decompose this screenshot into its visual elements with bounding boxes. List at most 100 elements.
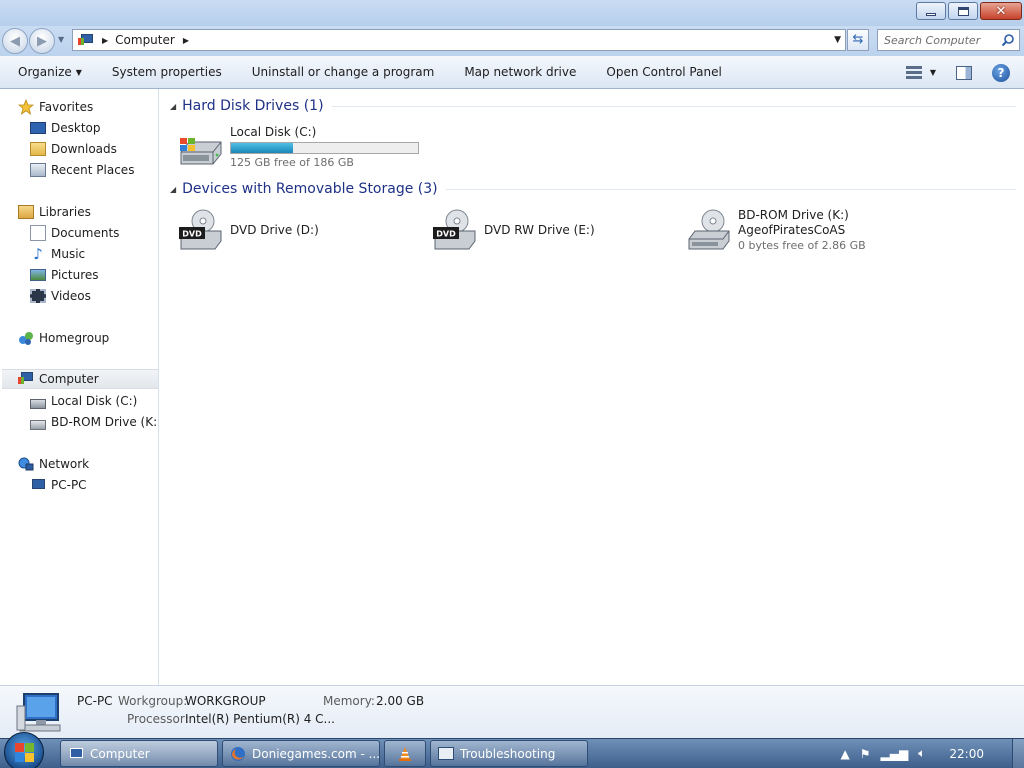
system-properties-button[interactable]: System properties (97, 56, 237, 89)
workgroup-value: WORKGROUP (185, 694, 266, 708)
refresh-button[interactable]: ⇆ (847, 29, 869, 51)
dvd-rw-drive-icon: DVD (433, 209, 476, 250)
nav-recent-places[interactable]: Recent Places (30, 160, 158, 180)
hard-drive-icon (30, 398, 46, 409)
memory-value: 2.00 GB (376, 694, 425, 708)
taskbar-item-vlc[interactable] (384, 740, 426, 767)
bd-rom-drive-icon (688, 209, 730, 250)
disk-usage-fill (231, 143, 293, 153)
nav-bd-rom-drive-k[interactable]: BD-ROM Drive (K:) AgeofPiratesCoAS (30, 412, 158, 432)
content-area: ◢ Hard Disk Drives (1) Local Disk (C:) 1… (160, 89, 1024, 685)
minimize-button[interactable] (916, 2, 946, 20)
optical-drive-icon (30, 419, 46, 430)
search-box (877, 29, 1020, 51)
network-icon (18, 457, 34, 471)
nav-desktop[interactable]: Desktop (30, 118, 158, 138)
navigation-pane: Favorites Desktop Downloads Recent Place… (0, 89, 159, 685)
back-button[interactable]: ◀ (2, 28, 28, 54)
drive-local-disk-c[interactable]: Local Disk (C:) 125 GB free of 186 GB (177, 124, 427, 174)
svg-text:DVD: DVD (182, 230, 202, 239)
desktop-icon (30, 122, 46, 134)
network-signal-icon[interactable]: ▂▄▆ (881, 747, 909, 761)
computer-icon (18, 371, 34, 387)
firefox-icon (231, 746, 245, 761)
nav-pictures[interactable]: Pictures (30, 265, 158, 285)
drive-bd-rom-k[interactable]: BD-ROM Drive (K:) AgeofPiratesCoAS 0 byt… (685, 207, 935, 257)
show-desktop-button[interactable] (1012, 739, 1024, 768)
nav-pc-pc[interactable]: PC-PC (30, 475, 158, 495)
map-network-drive-button[interactable]: Map network drive (449, 56, 591, 89)
libraries-icon (18, 205, 34, 219)
documents-icon (30, 225, 46, 241)
address-bar[interactable]: ▶ Computer ▶ ▼ (72, 29, 846, 51)
videos-icon (30, 289, 46, 303)
breadcrumb-arrow-icon[interactable]: ▶ (102, 36, 108, 45)
drive-dvd-d[interactable]: DVD DVD Drive (D:) (177, 207, 417, 257)
recent-pages-dropdown[interactable]: ▼ (58, 35, 64, 44)
computer-icon (30, 477, 46, 493)
forward-button[interactable]: ▶ (29, 28, 55, 54)
chevron-down-icon: ▼ (75, 67, 82, 77)
taskbar-item-firefox[interactable]: Doniegames.com - ... (222, 740, 380, 767)
group-divider (445, 188, 1016, 190)
view-options-dropdown[interactable]: ▼ (930, 68, 936, 77)
workgroup-label: Workgroup: (118, 694, 188, 708)
svg-text:DVD: DVD (436, 230, 456, 239)
taskbar: Computer Doniegames.com - ... Troublesho… (0, 732, 1024, 768)
windows-hard-drive-icon (180, 138, 222, 165)
computer-icon (68, 746, 84, 762)
clock[interactable]: 22:00 (949, 747, 984, 761)
start-button[interactable] (4, 732, 44, 768)
memory-label: Memory: (323, 694, 375, 708)
window-controls: ✕ (914, 2, 1022, 20)
command-bar: Organize ▼ System properties Uninstall or… (0, 56, 1024, 89)
star-icon (18, 99, 34, 115)
uninstall-program-button[interactable]: Uninstall or change a program (237, 56, 450, 89)
nav-network[interactable]: Network (18, 454, 158, 474)
nav-music[interactable]: ♪ Music (30, 244, 158, 264)
troubleshooting-window-icon (438, 747, 454, 760)
nav-favorites[interactable]: Favorites (18, 97, 158, 117)
dvd-drive-icon: DVD (179, 209, 222, 250)
homegroup-icon (19, 332, 33, 345)
arrow-right-icon: ▶ (37, 33, 47, 49)
title-bar: ✕ (0, 0, 1024, 26)
breadcrumb-computer[interactable]: Computer (115, 33, 175, 47)
group-header-hard-disk-drives[interactable]: ◢ Hard Disk Drives (1) (170, 98, 1016, 114)
volume-icon[interactable]: 🔈︎ (918, 746, 925, 761)
computer-name: PC-PC (77, 694, 113, 708)
recent-places-icon (30, 163, 46, 177)
nav-computer[interactable]: Computer (2, 369, 158, 389)
breadcrumb-arrow-icon[interactable]: ▶ (183, 36, 189, 45)
help-icon[interactable]: ? (992, 63, 1010, 82)
collapse-triangle-icon[interactable]: ◢ (170, 102, 176, 111)
search-input[interactable] (884, 33, 1004, 47)
show-hidden-icons-icon[interactable]: ▲ (841, 747, 850, 761)
open-control-panel-button[interactable]: Open Control Panel (591, 56, 736, 89)
close-button[interactable]: ✕ (980, 2, 1022, 20)
collapse-triangle-icon[interactable]: ◢ (170, 185, 176, 194)
action-center-flag-icon[interactable]: ⚑ (860, 747, 871, 761)
taskbar-item-troubleshooting[interactable]: Troubleshooting (430, 740, 588, 767)
pictures-icon (30, 269, 46, 281)
computer-icon (78, 33, 94, 47)
drive-dvd-rw-e[interactable]: DVD DVD RW Drive (E:) (431, 207, 671, 257)
taskbar-item-computer[interactable]: Computer (60, 740, 218, 767)
vlc-cone-icon (399, 746, 411, 761)
preview-pane-icon[interactable] (956, 65, 972, 80)
change-view-icon[interactable] (905, 65, 922, 80)
nav-libraries[interactable]: Libraries (18, 202, 158, 222)
maximize-button[interactable] (948, 2, 978, 20)
nav-downloads[interactable]: Downloads (30, 139, 158, 159)
organize-menu[interactable]: Organize ▼ (0, 56, 97, 89)
music-icon: ♪ (33, 245, 43, 263)
nav-local-disk-c[interactable]: Local Disk (C:) (30, 391, 158, 411)
nav-documents[interactable]: Documents (30, 223, 158, 243)
group-header-removable-storage[interactable]: ◢ Devices with Removable Storage (3) (170, 181, 1016, 197)
disk-usage-bar (230, 142, 419, 154)
group-divider (331, 105, 1016, 107)
nav-homegroup[interactable]: Homegroup (18, 328, 158, 348)
search-icon[interactable] (1001, 33, 1015, 47)
address-dropdown-icon[interactable]: ▼ (834, 35, 841, 45)
nav-videos[interactable]: Videos (30, 286, 158, 306)
